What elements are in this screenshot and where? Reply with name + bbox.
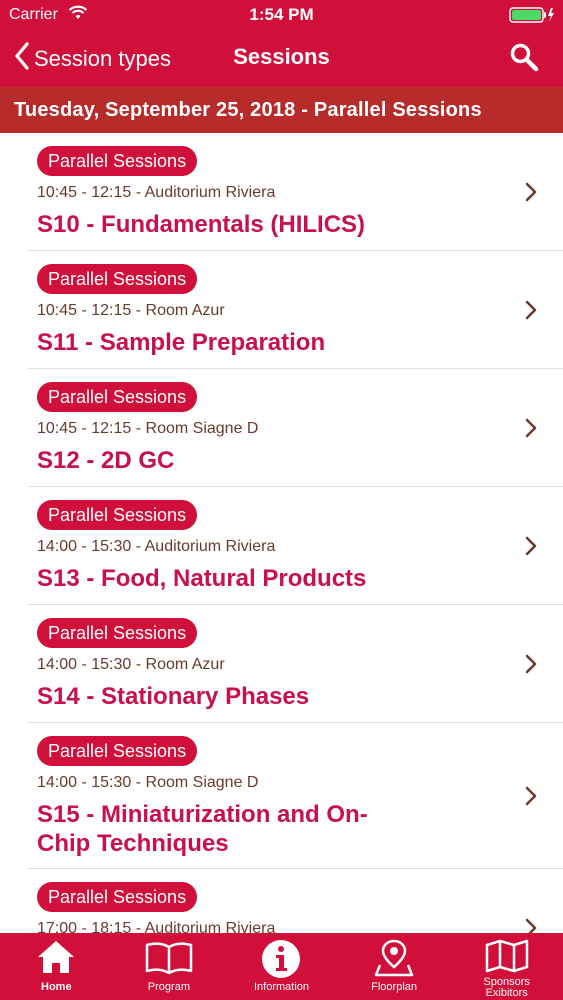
- session-type-badge: Parallel Sessions: [37, 618, 198, 648]
- session-item[interactable]: Parallel Sessions 10:45 - 12:15 - Room A…: [28, 251, 563, 369]
- session-type-badge: Parallel Sessions: [37, 736, 198, 766]
- session-title: S11 - Sample Preparation: [37, 329, 326, 356]
- tab-label: Floorplan: [371, 981, 417, 993]
- session-time-location: 14:00 - 15:30 - Room Azur: [37, 656, 225, 673]
- session-time-location: 10:45 - 12:15 - Auditorium Riviera: [37, 184, 276, 201]
- session-item[interactable]: Parallel Sessions 10:45 - 12:15 - Room S…: [28, 369, 563, 487]
- session-title: S12 - 2D GC: [37, 447, 175, 474]
- session-type-badge: Parallel Sessions: [37, 146, 198, 176]
- session-list[interactable]: Parallel Sessions 10:45 - 12:15 - Audito…: [0, 133, 563, 933]
- session-item[interactable]: Parallel Sessions 17:00 - 18:15 - Audito…: [28, 869, 563, 933]
- session-time-location: 10:45 - 12:15 - Room Siagne D: [37, 420, 259, 437]
- navigation-bar: Session types Sessions: [0, 30, 563, 87]
- session-time-location: 14:00 - 15:30 - Auditorium Riviera: [37, 538, 276, 555]
- session-item[interactable]: Parallel Sessions 14:00 - 15:30 - Audito…: [28, 487, 563, 605]
- tab-home[interactable]: Home: [0, 933, 113, 1000]
- battery-icon: [509, 6, 555, 24]
- tab-label: Sponsors Exibitors: [450, 977, 563, 999]
- date-section-header: Tuesday, September 25, 2018 - Parallel S…: [0, 87, 563, 133]
- chevron-right-icon: [525, 786, 537, 811]
- session-time-location: 17:00 - 18:15 - Auditorium Riviera: [37, 920, 276, 933]
- session-type-badge: Parallel Sessions: [37, 382, 198, 412]
- map-pin-icon: [374, 939, 414, 977]
- tab-label: Program: [147, 981, 190, 993]
- tab-label-line: Exibitors: [485, 987, 528, 999]
- session-type-badge: Parallel Sessions: [37, 500, 198, 530]
- search-button[interactable]: [509, 42, 539, 77]
- status-time: 1:54 PM: [249, 5, 314, 24]
- page-title: Sessions: [233, 44, 330, 69]
- tab-program[interactable]: Program: [113, 933, 226, 1000]
- chevron-right-icon: [525, 654, 537, 679]
- tab-bar: Home Program Information Floorplan Spons…: [0, 933, 563, 1000]
- session-time-location: 14:00 - 15:30 - Room Siagne D: [37, 774, 259, 791]
- tab-information[interactable]: Information: [225, 933, 338, 1000]
- map-icon: [485, 939, 528, 973]
- home-icon: [38, 941, 75, 973]
- tab-floorplan[interactable]: Floorplan: [338, 933, 451, 1000]
- session-time-location: 10:45 - 12:15 - Room Azur: [37, 302, 225, 319]
- tab-label: Home: [41, 981, 72, 993]
- chevron-right-icon: [525, 536, 537, 561]
- book-icon: [145, 942, 193, 975]
- chevron-right-icon: [525, 418, 537, 443]
- session-type-badge: Parallel Sessions: [37, 264, 198, 294]
- chevron-right-icon: [525, 918, 537, 933]
- tab-label: Information: [253, 981, 309, 993]
- session-title: S14 - Stationary Phases: [37, 683, 310, 710]
- session-title: S13 - Food, Natural Products: [37, 565, 367, 592]
- info-icon: [262, 940, 301, 978]
- session-item[interactable]: Parallel Sessions 14:00 - 15:30 - Room S…: [28, 723, 563, 869]
- session-title: S15 - Miniaturization and On-Chip Techni…: [37, 801, 368, 857]
- tab-sponsors-exhibitors[interactable]: Sponsors Exibitors: [450, 933, 563, 1000]
- session-item[interactable]: Parallel Sessions 14:00 - 15:30 - Room A…: [28, 605, 563, 723]
- session-title: S10 - Fundamentals (HILICS): [37, 211, 366, 238]
- chevron-right-icon: [525, 300, 537, 325]
- session-type-badge: Parallel Sessions: [37, 882, 198, 912]
- status-bar: Carrier 1:54 PM: [0, 0, 563, 30]
- chevron-right-icon: [525, 182, 537, 207]
- session-item[interactable]: Parallel Sessions 10:45 - 12:15 - Audito…: [28, 133, 563, 251]
- search-icon: [509, 43, 539, 76]
